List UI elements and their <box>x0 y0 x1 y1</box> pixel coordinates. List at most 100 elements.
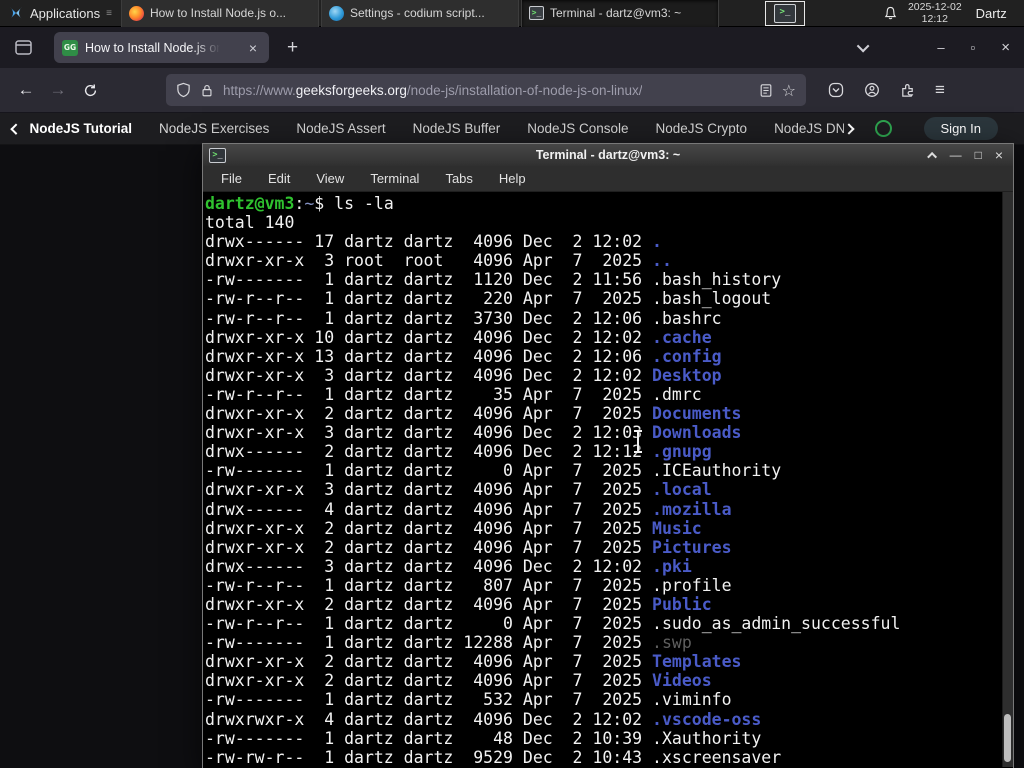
total-line: total 140 <box>205 213 295 233</box>
screen: Applications ≡ How to Install Node.js o.… <box>0 0 1024 768</box>
search-icon[interactable] <box>874 120 892 137</box>
browser-tab-active[interactable]: GG How to Install Node.js on × <box>54 32 269 63</box>
file-name: .swp <box>652 633 692 653</box>
file-name: Pictures <box>652 537 732 557</box>
file-name: Music <box>652 518 702 538</box>
nav-item-tutorial[interactable]: NodeJS Tutorial <box>30 121 133 136</box>
menu-terminal[interactable]: Terminal <box>370 171 419 186</box>
taskbar-window-firefox[interactable]: How to Install Node.js o... <box>120 0 319 27</box>
navigation-toolbar: ← → https://www.geeksforgeeks.org/node-j… <box>0 68 1024 113</box>
pocket-icon[interactable] <box>828 82 844 98</box>
nav-item-crypto[interactable]: NodeJS Crypto <box>656 121 748 136</box>
tracking-shield-icon[interactable] <box>176 82 191 98</box>
notification-bell-icon[interactable] <box>883 6 898 21</box>
file-name: .pki <box>652 556 692 576</box>
terminal-body[interactable]: dartz@vm3:~$ ls -la total 140 drwx------… <box>203 192 1013 767</box>
firefox-view-icon[interactable] <box>8 34 38 62</box>
file-name: .vscode-oss <box>652 709 762 729</box>
user-menu[interactable]: Dartz <box>976 6 1007 21</box>
scrollbar-thumb[interactable] <box>1004 714 1011 762</box>
nav-item-assert[interactable]: NodeJS Assert <box>296 121 385 136</box>
terminal-maximize-button[interactable]: □ <box>975 149 982 161</box>
menu-file[interactable]: File <box>221 171 242 186</box>
nav-scroll-right-icon[interactable] <box>842 122 855 135</box>
extensions-icon[interactable] <box>900 83 915 98</box>
file-name: Public <box>652 594 712 614</box>
menu-view[interactable]: View <box>316 171 344 186</box>
file-name: Videos <box>652 671 712 691</box>
terminal-titlebar[interactable]: >_ Terminal - dartz@vm3: ~ — □ × <box>203 144 1013 166</box>
file-name: Downloads <box>652 423 742 443</box>
file-name: .. <box>652 251 672 271</box>
menu-icon[interactable]: ≡ <box>935 80 945 100</box>
url-bar[interactable]: https://www.geeksforgeeks.org/node-js/in… <box>166 74 806 106</box>
clock-time: 12:12 <box>921 13 948 25</box>
window-maximize-button[interactable]: ▫ <box>971 40 976 55</box>
applications-menu-button[interactable]: Applications ≡ <box>0 0 119 26</box>
file-name: Desktop <box>652 365 722 385</box>
nav-scroll-left-icon[interactable] <box>10 123 22 134</box>
terminal-window-icon: >_ <box>209 147 226 163</box>
terminal-shade-button[interactable] <box>926 149 937 162</box>
tab-bar: GG How to Install Node.js on × + – ▫ × <box>0 27 1024 68</box>
tab-title: How to Install Node.js on <box>85 40 224 55</box>
file-name: .Xauthority <box>652 728 762 748</box>
reader-view-icon[interactable] <box>759 83 773 98</box>
terminal-icon: >_ <box>528 6 544 20</box>
file-name: .viminfo <box>652 690 732 710</box>
file-name: .sudo_as_admin_successful <box>652 614 901 634</box>
taskbar-window-codium[interactable]: Settings - codium script... <box>320 0 519 27</box>
terminal-close-button[interactable]: × <box>995 148 1003 162</box>
account-icon[interactable] <box>864 82 880 98</box>
menu-grip-icon: ≡ <box>106 7 112 19</box>
url-text: https://www.geeksforgeeks.org/node-js/in… <box>223 82 643 98</box>
applications-label: Applications <box>30 5 101 21</box>
list-tabs-chevron-icon[interactable] <box>857 39 870 57</box>
forward-button[interactable]: → <box>42 75 74 105</box>
nav-item-console[interactable]: NodeJS Console <box>527 121 628 136</box>
file-name: .profile <box>652 575 732 595</box>
sign-in-button[interactable]: Sign In <box>923 117 998 140</box>
site-nav-bar: NodeJS Tutorial NodeJS Exercises NodeJS … <box>0 113 1024 145</box>
geeksforgeeks-favicon: GG <box>62 39 78 56</box>
nav-item-buffer[interactable]: NodeJS Buffer <box>413 121 501 136</box>
nav-item-dns[interactable]: NodeJS DNS <box>774 121 843 136</box>
back-button[interactable]: ← <box>10 75 42 105</box>
menu-help[interactable]: Help <box>499 171 526 186</box>
file-name: . <box>652 232 662 252</box>
clock[interactable]: 2025-12-02 12:12 <box>908 1 962 25</box>
lock-icon[interactable] <box>200 83 214 98</box>
menu-tabs[interactable]: Tabs <box>445 171 472 186</box>
window-minimize-button[interactable]: – <box>937 40 944 55</box>
file-name: .bash_history <box>652 270 782 290</box>
firefox-icon <box>128 5 144 21</box>
terminal-title: Terminal - dartz@vm3: ~ <box>535 148 681 162</box>
distro-logo-icon <box>8 5 24 21</box>
clock-date: 2025-12-02 <box>907 0 962 13</box>
file-name: .ICEauthority <box>652 461 782 481</box>
file-name: .dmrc <box>652 384 702 404</box>
reload-button[interactable] <box>74 75 106 105</box>
tab-close-icon[interactable]: × <box>245 39 261 57</box>
file-name: .mozilla <box>652 499 732 519</box>
file-name: .config <box>652 346 722 366</box>
file-listing: drwx------ 17 dartz dartz 4096 Dec 2 12:… <box>205 232 901 767</box>
terminal-scrollbar[interactable] <box>1002 192 1013 767</box>
menu-edit[interactable]: Edit <box>268 171 290 186</box>
bookmark-star-icon[interactable]: ☆ <box>782 81 796 100</box>
terminal-minimize-button[interactable]: — <box>950 149 962 161</box>
window-close-button[interactable]: × <box>1001 39 1010 56</box>
file-name: Templates <box>652 652 742 672</box>
file-name: .local <box>652 480 712 500</box>
terminal-menubar: File Edit View Terminal Tabs Help <box>203 166 1013 192</box>
terminal-window: >_ Terminal - dartz@vm3: ~ — □ × File Ed… <box>202 143 1014 768</box>
codium-icon <box>328 5 344 21</box>
system-taskbar: Applications ≡ How to Install Node.js o.… <box>0 0 1024 27</box>
file-name: .bashrc <box>652 308 722 328</box>
taskbar-window-terminal[interactable]: >_ Terminal - dartz@vm3: ~ <box>520 0 719 27</box>
file-name: .gnupg <box>652 442 712 462</box>
new-tab-button[interactable]: + <box>279 37 306 59</box>
nav-item-exercises[interactable]: NodeJS Exercises <box>159 121 269 136</box>
file-name: .bash_logout <box>652 289 772 309</box>
tray-terminal-icon[interactable]: >_ <box>764 0 805 26</box>
